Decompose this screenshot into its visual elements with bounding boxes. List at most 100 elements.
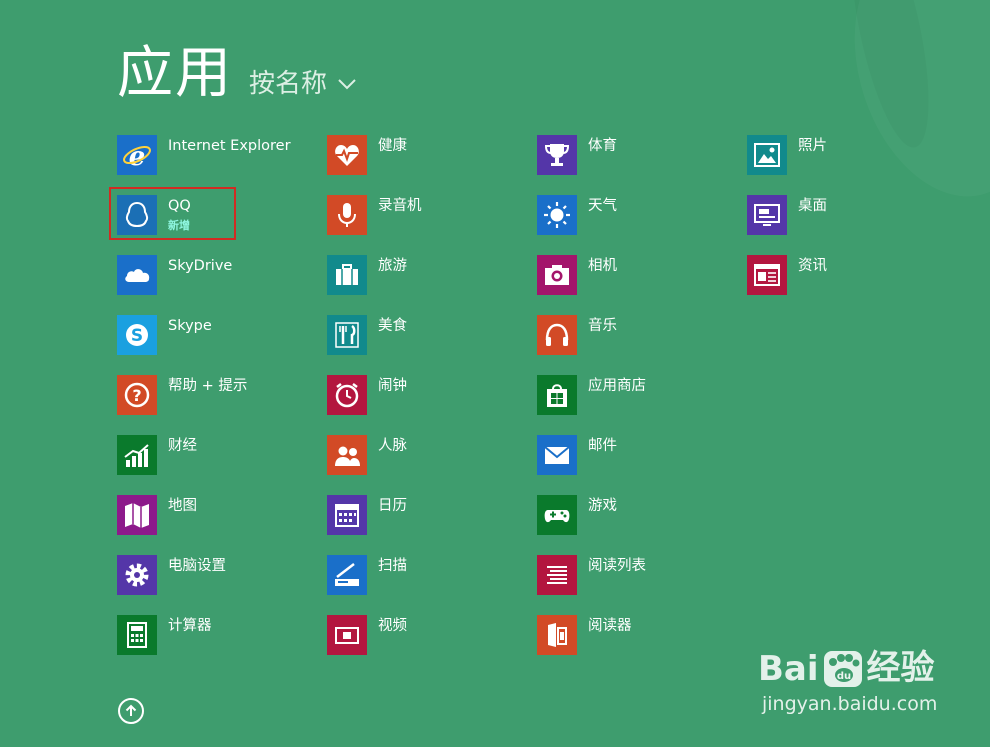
app-tile-suitcase[interactable]: 旅游	[327, 255, 537, 315]
video-icon	[335, 627, 359, 644]
app-name: 电脑设置	[168, 558, 226, 574]
watermark-logo-text-1: Bai	[758, 649, 819, 689]
app-name: 地图	[168, 498, 197, 514]
app-tile-trophy[interactable]: 体育	[537, 135, 747, 195]
app-name: 音乐	[588, 318, 617, 334]
app-tile-video[interactable]: 视频	[327, 615, 537, 675]
app-name: 阅读列表	[588, 558, 646, 574]
app-tile-background	[537, 555, 577, 595]
app-tile-microphone[interactable]: 录音机	[327, 195, 537, 255]
app-meta: 录音机	[378, 195, 422, 216]
app-tile-heart-pulse[interactable]: 健康	[327, 135, 537, 195]
app-meta: 扫描	[378, 555, 407, 576]
app-meta: 帮助 + 提示	[168, 375, 247, 396]
app-tile-background	[747, 255, 787, 295]
app-meta: 财经	[168, 435, 197, 456]
app-tile-background	[327, 615, 367, 655]
app-tile-skype[interactable]: S Skype	[117, 315, 327, 375]
app-tile-background	[117, 495, 157, 535]
app-meta: 地图	[168, 495, 197, 516]
new-badge: 新增	[168, 219, 190, 232]
app-meta: 游戏	[588, 495, 617, 516]
app-name: Internet Explorer	[168, 138, 291, 154]
svg-text:?: ?	[132, 386, 141, 405]
app-list: e Internet Explorer QQ 新增 SkyDrive S Skype? 帮助 …	[109, 135, 957, 675]
app-meta: SkyDrive	[168, 255, 232, 276]
app-meta: 视频	[378, 615, 407, 636]
page-title: 应用	[117, 41, 233, 106]
app-tile-background	[327, 195, 367, 235]
app-tile-background	[537, 435, 577, 475]
suitcase-icon	[336, 264, 358, 285]
app-name: 扫描	[378, 558, 407, 574]
app-name: 相机	[588, 258, 617, 274]
app-tile-desktop[interactable]: 桌面	[747, 195, 957, 255]
app-tile-mail[interactable]: 邮件	[537, 435, 747, 495]
app-tile-background	[117, 195, 157, 235]
app-tile-people[interactable]: 人脉	[327, 435, 537, 495]
app-tile-reader[interactable]: 阅读器	[537, 615, 747, 675]
finance-chart-icon	[124, 444, 149, 467]
app-name: 照片	[798, 138, 827, 154]
app-tile-gamepad[interactable]: 游戏	[537, 495, 747, 555]
app-tile-headphones[interactable]: 音乐	[537, 315, 747, 375]
app-tile-gear[interactable]: 电脑设置	[117, 555, 327, 615]
app-name: 天气	[588, 198, 617, 214]
app-meta: 人脉	[378, 435, 407, 456]
app-tile-reading-list[interactable]: 阅读列表	[537, 555, 747, 615]
app-tile-alarm-clock[interactable]: 闹钟	[327, 375, 537, 435]
gamepad-icon	[544, 510, 570, 523]
chevron-down-icon	[338, 78, 356, 89]
app-name: 财经	[168, 438, 197, 454]
app-tile-background	[747, 195, 787, 235]
app-tile-scanner[interactable]: 扫描	[327, 555, 537, 615]
app-meta: 相机	[588, 255, 617, 276]
app-tile-cloud[interactable]: SkyDrive	[117, 255, 327, 315]
app-tile-news[interactable]: 资讯	[747, 255, 957, 315]
news-icon	[754, 264, 780, 286]
app-tile-background	[537, 495, 577, 535]
app-tile-background	[537, 315, 577, 355]
app-tile-store-bag[interactable]: 应用商店	[537, 375, 747, 435]
svg-text:S: S	[131, 326, 143, 346]
reading-list-icon	[547, 566, 567, 584]
app-tile-internet-explorer[interactable]: e Internet Explorer	[117, 135, 327, 195]
app-name: 体育	[588, 138, 617, 154]
app-name: 录音机	[378, 198, 422, 214]
app-tile-qq-penguin[interactable]: QQ 新增	[109, 187, 327, 255]
app-name: 桌面	[798, 198, 827, 214]
app-meta: 音乐	[588, 315, 617, 336]
scroll-up-button[interactable]	[118, 698, 144, 724]
people-icon	[335, 446, 360, 466]
photo-icon	[754, 143, 780, 167]
app-name: 阅读器	[588, 618, 632, 634]
app-tile-background	[537, 615, 577, 655]
app-name: 邮件	[588, 438, 617, 454]
app-tile-finance-chart[interactable]: 财经	[117, 435, 327, 495]
app-tile-background	[117, 255, 157, 295]
app-tile-background	[327, 255, 367, 295]
app-tile-camera[interactable]: 相机	[537, 255, 747, 315]
app-tile-map[interactable]: 地图	[117, 495, 327, 555]
alarm-clock-icon	[335, 383, 359, 408]
app-tile-calculator[interactable]: 计算器	[117, 615, 327, 675]
app-tile-question[interactable]: ? 帮助 + 提示	[117, 375, 327, 435]
camera-icon	[545, 265, 569, 285]
app-name: Skype	[168, 318, 212, 334]
app-meta: 桌面	[798, 195, 827, 216]
app-tile-sun[interactable]: 天气	[537, 195, 747, 255]
app-name: 美食	[378, 318, 407, 334]
app-name: QQ	[168, 198, 191, 214]
app-tile-calendar[interactable]: 日历	[327, 495, 537, 555]
app-name: 闹钟	[378, 378, 407, 394]
app-name: 日历	[378, 498, 407, 514]
watermark-logo-text-2: 经验	[866, 648, 935, 688]
app-meta: 计算器	[168, 615, 212, 636]
sort-by-name-dropdown[interactable]: 按名称	[249, 63, 357, 100]
arrow-up-icon	[125, 704, 137, 716]
app-name: SkyDrive	[168, 258, 233, 274]
microphone-icon	[338, 203, 356, 227]
app-tile-fork-knife[interactable]: 美食	[327, 315, 537, 375]
app-tile-photo[interactable]: 照片	[747, 135, 957, 195]
calendar-icon	[335, 504, 359, 527]
